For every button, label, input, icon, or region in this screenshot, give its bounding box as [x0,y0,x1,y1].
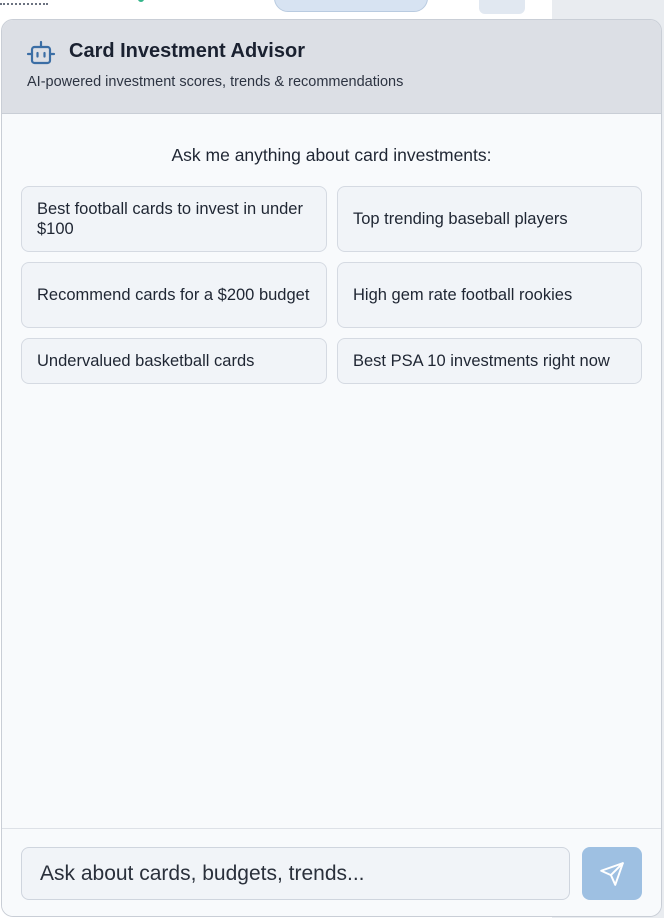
send-icon [600,861,624,886]
suggestion-button[interactable]: Recommend cards for a $200 budget [21,262,327,328]
advisor-chat-panel: Card Investment Advisor AI-powered inves… [1,19,662,917]
advisor-header: Card Investment Advisor AI-powered inves… [2,20,661,114]
robot-icon [26,40,56,65]
background-icon-button [479,0,525,14]
send-button[interactable] [582,847,642,900]
suggestions-heading: Ask me anything about card investments: [171,145,492,165]
suggestion-button[interactable]: Best PSA 10 investments right now [337,338,642,384]
advisor-subtitle: AI-powered investment scores, trends & r… [27,74,404,90]
suggestion-button[interactable]: Undervalued basketball cards [21,338,327,384]
chat-input-bar [2,828,661,916]
advisor-title: Card Investment Advisor [69,40,305,62]
background-pill-button [274,0,428,12]
chat-input[interactable] [21,847,570,900]
suggestion-button[interactable]: Top trending baseball players [337,186,642,252]
suggestion-button[interactable]: High gem rate football rookies [337,262,642,328]
background-divider [0,0,48,5]
suggestion-button[interactable]: Best football cards to invest in under $… [21,186,327,252]
